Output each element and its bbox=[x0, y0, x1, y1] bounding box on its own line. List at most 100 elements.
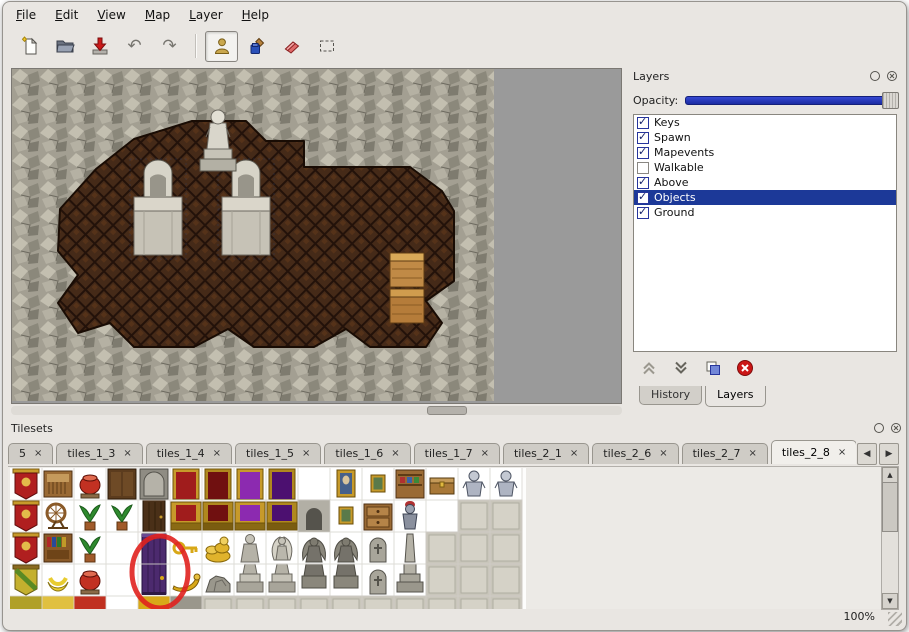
duplicate-layer-button[interactable] bbox=[702, 358, 724, 378]
fill-tool-button[interactable] bbox=[240, 31, 273, 62]
tileset-tab-label: tiles_1_7 bbox=[425, 447, 473, 460]
eraser-tool-icon bbox=[282, 36, 302, 56]
menu-help[interactable]: Help bbox=[242, 8, 269, 22]
raise-layer-button[interactable] bbox=[638, 358, 660, 378]
opacity-slider[interactable] bbox=[685, 96, 899, 105]
layer-list: Keys Spawn Mapevents Walkable Above Obje… bbox=[633, 114, 897, 352]
layer-checkbox[interactable] bbox=[637, 132, 649, 144]
tileset-tab[interactable]: tiles_1_7 × bbox=[414, 443, 500, 464]
tab-layers[interactable]: Layers bbox=[705, 386, 765, 407]
tileset-tab-label: tiles_2_8 bbox=[782, 446, 830, 459]
fill-tool-icon bbox=[247, 36, 267, 56]
lower-layer-button[interactable] bbox=[670, 358, 692, 378]
opacity-slider-handle[interactable] bbox=[882, 92, 899, 109]
menu-view[interactable]: View bbox=[97, 8, 125, 22]
tileset-tab[interactable]: tiles_1_3 × bbox=[56, 443, 142, 464]
delete-layer-button[interactable] bbox=[734, 358, 756, 378]
redo-button[interactable]: ↷ bbox=[153, 31, 186, 62]
layer-label: Spawn bbox=[654, 131, 691, 144]
layer-row[interactable]: Objects bbox=[634, 190, 896, 205]
open-button[interactable] bbox=[48, 31, 81, 62]
tileset-canvas[interactable] bbox=[8, 466, 882, 609]
rect-select-icon bbox=[317, 36, 337, 56]
close-panel-button[interactable] bbox=[885, 70, 898, 83]
tileset-tab[interactable]: tiles_2_6 × bbox=[592, 443, 678, 464]
tileset-tab[interactable]: tiles_1_4 × bbox=[146, 443, 232, 464]
layer-row[interactable]: Above bbox=[634, 175, 896, 190]
stamp-tool-button[interactable] bbox=[205, 31, 238, 62]
tilesets-panel-header: Tilesets bbox=[3, 420, 906, 436]
tab-close-icon[interactable]: × bbox=[749, 448, 757, 459]
tab-history[interactable]: History bbox=[639, 386, 702, 405]
tileset-scrollbar-thumb[interactable] bbox=[882, 482, 898, 532]
tileset-tabbar: 5 × tiles_1_3 × tiles_1_4 × tiles_1_5 × … bbox=[8, 440, 856, 464]
tilesets-panel: Tilesets 5 × tiles_1_3 × bbox=[3, 420, 906, 630]
tileset-tab-label: tiles_2_1 bbox=[514, 447, 562, 460]
resize-grip[interactable] bbox=[888, 612, 902, 626]
layer-row[interactable]: Keys bbox=[634, 115, 896, 130]
save-button[interactable] bbox=[83, 31, 116, 62]
tileset-tab[interactable]: tiles_1_6 × bbox=[324, 443, 410, 464]
select-tool-button[interactable] bbox=[310, 31, 343, 62]
tileset-tab[interactable]: tiles_2_1 × bbox=[503, 443, 589, 464]
map-horizontal-scrollbar-thumb[interactable] bbox=[427, 406, 467, 415]
tab-close-icon[interactable]: × bbox=[302, 448, 310, 459]
tileset-tab[interactable]: tiles_1_5 × bbox=[235, 443, 321, 464]
toolbar-separator bbox=[195, 34, 196, 58]
tileset-tab-label: tiles_1_5 bbox=[246, 447, 294, 460]
eraser-tool-button[interactable] bbox=[275, 31, 308, 62]
layers-panel-header: Layers bbox=[630, 68, 902, 84]
menu-map[interactable]: Map bbox=[145, 8, 170, 22]
toolbar: ↶ ↷ bbox=[3, 27, 907, 65]
undo-icon: ↶ bbox=[127, 38, 141, 55]
tab-close-icon[interactable]: × bbox=[838, 447, 846, 458]
layer-checkbox[interactable] bbox=[637, 207, 649, 219]
scroll-down-button[interactable]: ▼ bbox=[882, 593, 898, 609]
layer-row[interactable]: Walkable bbox=[634, 160, 896, 175]
layers-panel-title: Layers bbox=[630, 70, 868, 83]
tab-close-icon[interactable]: × bbox=[123, 448, 131, 459]
map-canvas[interactable] bbox=[11, 68, 622, 404]
layer-row[interactable]: Ground bbox=[634, 205, 896, 220]
zoom-level: 100% bbox=[844, 610, 875, 623]
redo-icon: ↷ bbox=[162, 38, 176, 55]
layer-row[interactable]: Spawn bbox=[634, 130, 896, 145]
tileset-tab[interactable]: tiles_2_7 × bbox=[682, 443, 768, 464]
tab-close-icon[interactable]: × bbox=[481, 448, 489, 459]
close-icon bbox=[886, 70, 898, 82]
tileset-tab[interactable]: 5 × bbox=[8, 443, 53, 464]
new-file-icon bbox=[20, 36, 40, 56]
tab-close-icon[interactable]: × bbox=[659, 448, 667, 459]
float-panel-button[interactable] bbox=[868, 70, 881, 83]
layer-checkbox[interactable] bbox=[637, 177, 649, 189]
layer-checkbox[interactable] bbox=[637, 117, 649, 129]
layer-row[interactable]: Mapevents bbox=[634, 145, 896, 160]
menu-edit[interactable]: Edit bbox=[55, 8, 78, 22]
layer-label: Objects bbox=[654, 191, 696, 204]
map-horizontal-scrollbar[interactable] bbox=[11, 406, 622, 415]
layer-label: Mapevents bbox=[654, 146, 714, 159]
tileset-tab-label: 5 bbox=[19, 447, 26, 460]
scroll-up-button[interactable]: ▲ bbox=[882, 467, 898, 483]
scroll-tabs-left-button[interactable]: ◀ bbox=[857, 443, 877, 465]
new-file-button[interactable] bbox=[13, 31, 46, 62]
tileset-tab[interactable]: tiles_2_8 × bbox=[771, 440, 856, 464]
tab-close-icon[interactable]: × bbox=[213, 448, 221, 459]
menu-file[interactable]: File bbox=[16, 8, 36, 22]
tileset-tab-label: tiles_1_6 bbox=[335, 447, 383, 460]
raise-layer-icon bbox=[640, 359, 658, 377]
layer-checkbox[interactable] bbox=[637, 192, 649, 204]
tab-close-icon[interactable]: × bbox=[34, 448, 42, 459]
tileset-vertical-scrollbar[interactable]: ▲ ▼ bbox=[881, 466, 899, 610]
undo-button[interactable]: ↶ bbox=[118, 31, 151, 62]
layer-checkbox[interactable] bbox=[637, 147, 649, 159]
scroll-tabs-right-button[interactable]: ▶ bbox=[879, 443, 899, 465]
float-panel-button[interactable] bbox=[872, 422, 885, 435]
float-icon bbox=[873, 422, 885, 434]
menu-layer[interactable]: Layer bbox=[189, 8, 222, 22]
tilesets-panel-title: Tilesets bbox=[3, 422, 872, 435]
layer-checkbox[interactable] bbox=[637, 162, 649, 174]
tab-close-icon[interactable]: × bbox=[570, 448, 578, 459]
close-panel-button[interactable] bbox=[889, 422, 902, 435]
tab-close-icon[interactable]: × bbox=[391, 448, 399, 459]
